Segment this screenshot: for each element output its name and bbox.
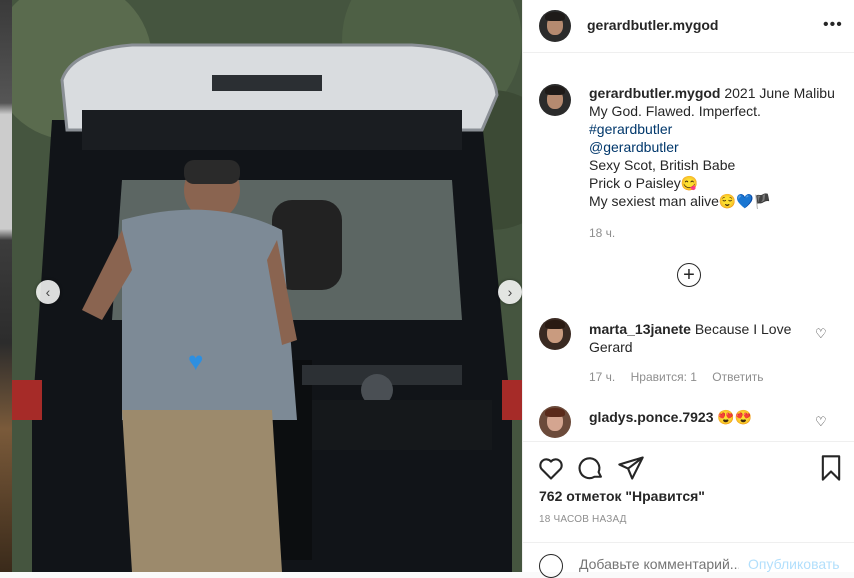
comment-meta: 17 ч. Нравится: 1 Ответить (589, 370, 776, 384)
caption-author-avatar[interactable] (539, 84, 571, 116)
comment-username[interactable]: marta_13janete (589, 321, 691, 337)
caption-text-7: My sexiest man alive😌💙🏴 (589, 193, 772, 209)
author-username[interactable]: gerardbutler.mygod (587, 17, 718, 33)
background-strip (0, 0, 12, 572)
post-actions: 762 отметок "Нравится" 18 ЧАСОВ НАЗАД Оп… (523, 441, 854, 578)
caption-text-1: 2021 June Malibu (724, 85, 835, 101)
post-side-panel: gerardbutler.mygod ••• gerardbutler.mygo… (522, 0, 854, 578)
caption-text-6: Prick o Paisley😋 (589, 175, 699, 191)
commenter-avatar[interactable] (539, 318, 571, 350)
heart-icon[interactable] (537, 454, 565, 482)
comment-like-heart-icon[interactable]: ♡ (815, 414, 827, 430)
more-options-icon[interactable]: ••• (823, 16, 843, 34)
heart-sticker-icon: ♥ (188, 346, 204, 376)
comment-input[interactable] (579, 556, 739, 572)
chevron-right-icon: › (507, 284, 513, 300)
reply-button[interactable]: Ответить (712, 370, 763, 384)
commenter-avatar[interactable] (539, 406, 571, 438)
mention-link[interactable]: @gerardbutler (589, 138, 839, 156)
post-header: gerardbutler.mygod ••• (523, 0, 854, 53)
comment-icon[interactable] (577, 454, 605, 482)
post-caption: gerardbutler.mygod 2021 June Malibu My G… (589, 84, 839, 210)
likes-count[interactable]: 762 отметок "Нравится" (539, 488, 705, 504)
comment-time[interactable]: 17 ч. (589, 370, 615, 384)
author-avatar[interactable] (539, 10, 571, 42)
publish-button[interactable]: Опубликовать (748, 556, 840, 572)
post-photo[interactable]: ♥ ‹ › (12, 0, 522, 572)
caption-username[interactable]: gerardbutler.mygod (589, 85, 720, 101)
caption-text-5: Sexy Scot, British Babe (589, 157, 736, 173)
previous-photo-button[interactable]: ‹ (36, 280, 60, 304)
caption-time[interactable]: 18 ч. (589, 226, 615, 240)
comment-text: Because I Love (694, 321, 792, 337)
next-photo-button[interactable]: › (498, 280, 522, 304)
comment-likes[interactable]: Нравится: 1 (631, 370, 697, 384)
caption-text-2: My God. Flawed. Imperfect. (589, 103, 761, 119)
comment-text: 😍😍 (717, 409, 753, 425)
bookmark-icon[interactable] (817, 454, 845, 482)
comment-item: marta_13janete Because I Love Gerard (589, 320, 819, 356)
post-time-ago[interactable]: 18 ЧАСОВ НАЗАД (539, 514, 627, 525)
comment-item: gladys.ponce.7923 😍😍 (589, 408, 819, 426)
share-icon[interactable] (617, 454, 645, 482)
hashtag-link[interactable]: #gerardbutler (589, 120, 839, 138)
comment-like-heart-icon[interactable]: ♡ (815, 326, 827, 342)
photo-illustration (12, 0, 522, 572)
comment-text-continued: Gerard (589, 339, 633, 355)
emoji-icon[interactable] (539, 554, 563, 578)
comment-username[interactable]: gladys.ponce.7923 (589, 409, 714, 425)
add-comment-bar: Опубликовать (523, 542, 854, 578)
plus-circle-icon[interactable]: + (677, 263, 701, 287)
chevron-left-icon: ‹ (45, 284, 51, 300)
